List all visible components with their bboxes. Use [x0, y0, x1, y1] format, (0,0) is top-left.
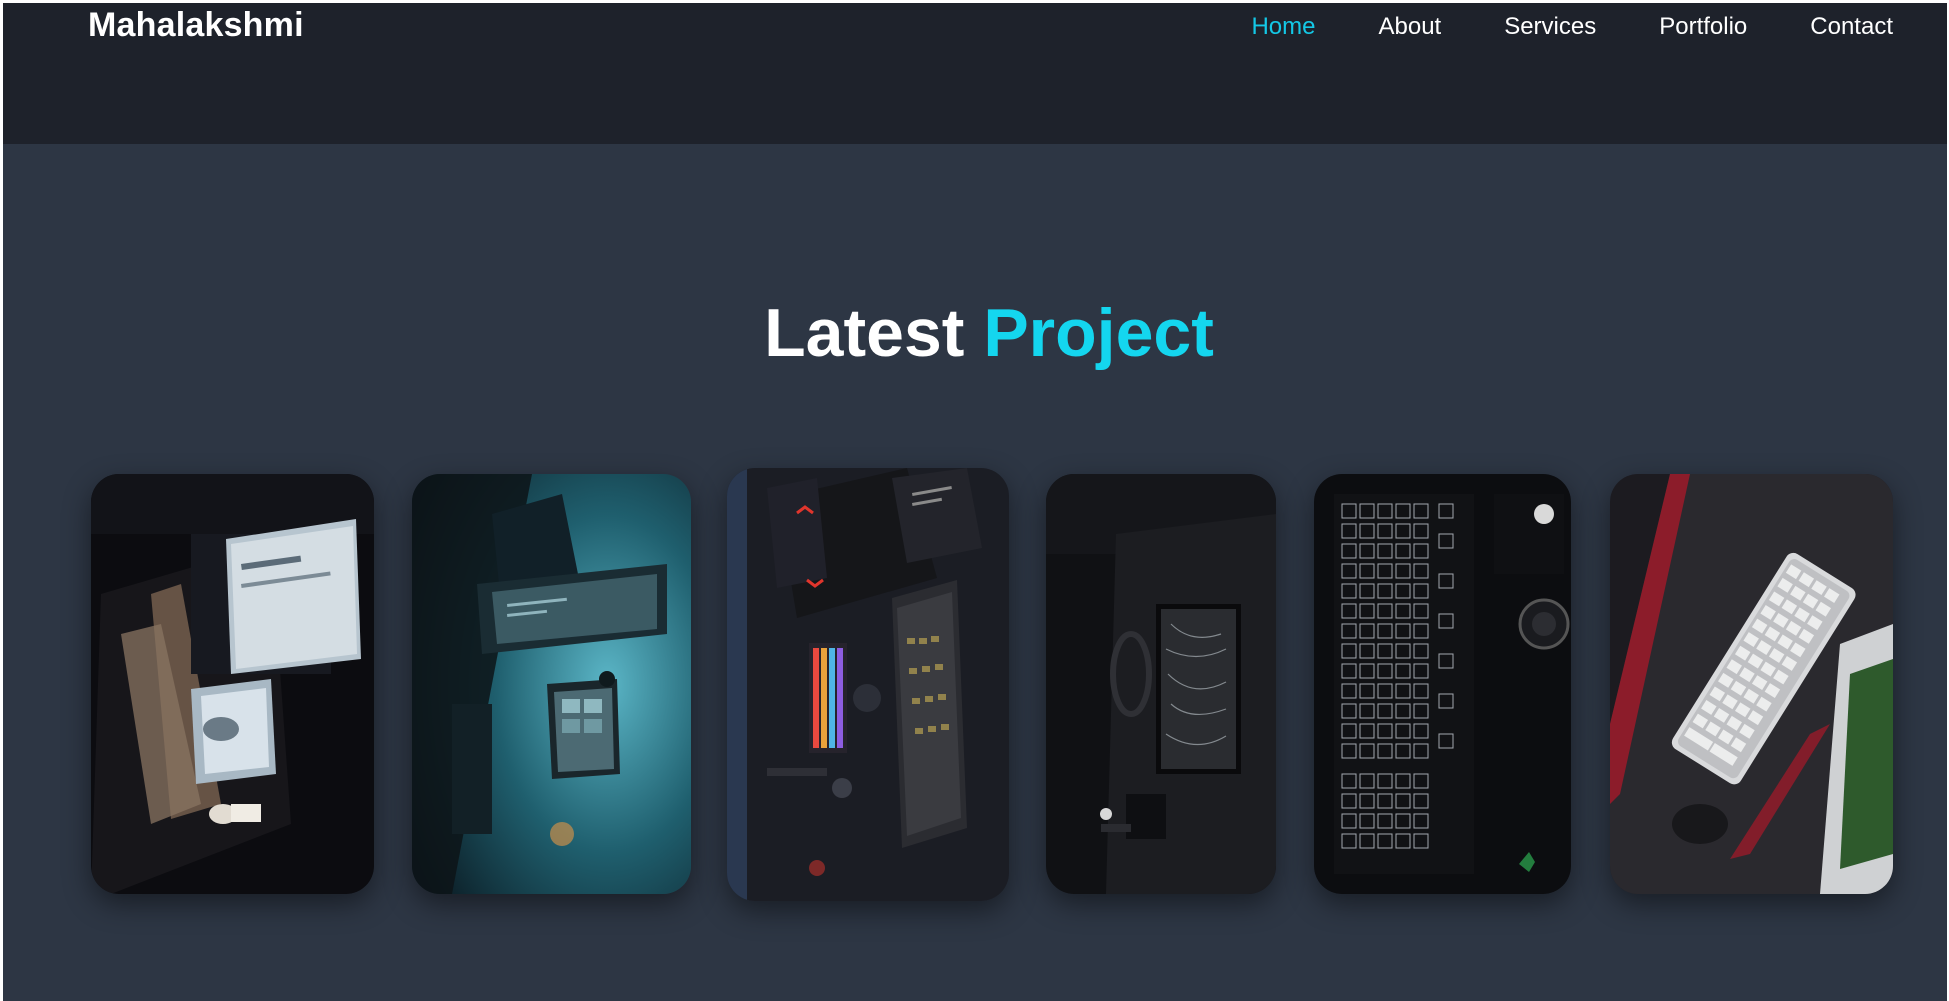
site-logo[interactable]: Mahalakshmi — [88, 5, 304, 45]
main-nav: Home About Services Portfolio Contact — [1188, 12, 1893, 42]
project-card-5[interactable] — [1314, 474, 1571, 894]
project-image-black-keyboard — [1314, 474, 1571, 894]
project-image-dark-laptop — [1046, 474, 1276, 894]
project-card-3[interactable] — [727, 468, 1009, 901]
project-image-desk-setup — [91, 474, 374, 894]
section-title-accent: Project — [983, 295, 1214, 371]
nav-home[interactable]: Home — [1251, 12, 1315, 42]
project-card-2[interactable] — [412, 474, 691, 894]
nav-about[interactable]: About — [1378, 12, 1441, 42]
nav-portfolio[interactable]: Portfolio — [1659, 12, 1747, 42]
nav-contact[interactable]: Contact — [1810, 12, 1893, 42]
section-title-main: Latest — [764, 295, 965, 371]
page: Mahalakshmi Home About Services Portfoli… — [3, 3, 1947, 1001]
project-image-white-keyboard — [1610, 474, 1893, 894]
project-card-1[interactable] — [91, 474, 374, 894]
nav-services[interactable]: Services — [1504, 12, 1596, 42]
project-image-rgb-keyboard — [727, 468, 1009, 901]
section-title: Latest Project — [3, 293, 1947, 373]
project-card-4[interactable] — [1046, 474, 1276, 894]
header: Mahalakshmi Home About Services Portfoli… — [3, 3, 1947, 144]
project-card-6[interactable] — [1610, 474, 1893, 894]
project-image-teal-desk — [412, 474, 691, 894]
